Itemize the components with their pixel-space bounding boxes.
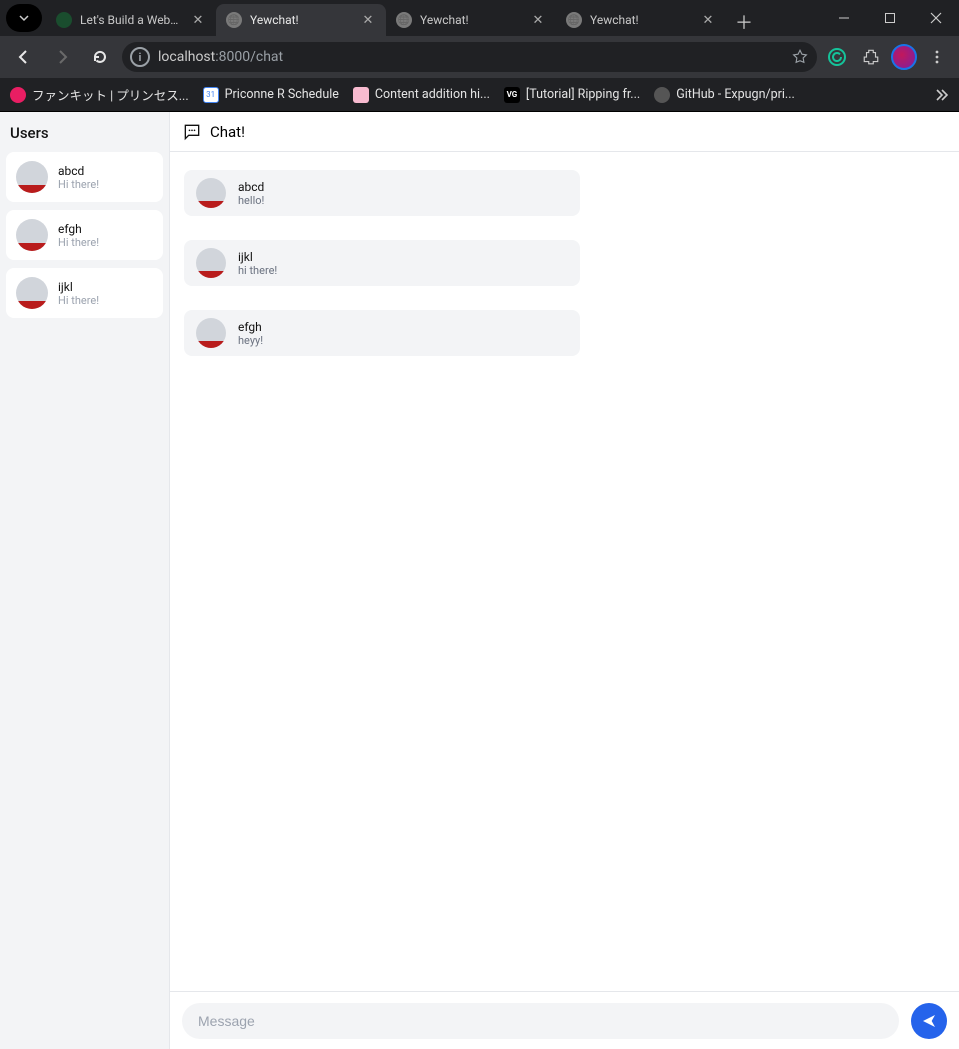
new-tab-button[interactable]: ＋	[730, 8, 758, 36]
grammarly-extension-icon[interactable]	[823, 43, 851, 71]
message-avatar	[196, 318, 226, 348]
tabs-row: Let's Build a WebSo ✕ Yewchat! ✕ Yewchat…	[46, 0, 821, 36]
messages-list[interactable]: abcd hello! ijkl hi there! efgh heyy!	[170, 152, 959, 991]
users-sidebar: Users abcd Hi there! efgh Hi there! ij	[0, 112, 170, 1049]
browser-tab[interactable]: Yewchat! ✕	[216, 4, 386, 36]
close-tab-icon[interactable]: ✕	[530, 12, 546, 28]
tab-search-button[interactable]	[6, 4, 42, 32]
user-avatar	[16, 161, 48, 193]
bookmark-item[interactable]: VG [Tutorial] Ripping fr...	[504, 87, 640, 103]
tab-title: Yewchat!	[590, 13, 692, 27]
user-card[interactable]: abcd Hi there!	[6, 152, 163, 202]
user-list: abcd Hi there! efgh Hi there! ijkl Hi th…	[0, 152, 169, 318]
site-info-icon[interactable]: i	[130, 47, 150, 67]
message-input[interactable]	[182, 1003, 899, 1039]
address-host: localhost	[158, 49, 215, 65]
back-button[interactable]	[8, 41, 40, 73]
bookmarks-overflow-icon[interactable]	[933, 87, 949, 103]
user-avatar	[16, 277, 48, 309]
message-bubble: ijkl hi there!	[184, 240, 580, 286]
bookmark-icon	[654, 87, 670, 103]
favicon-icon	[56, 12, 72, 28]
close-tab-icon[interactable]: ✕	[190, 12, 206, 28]
bookmark-icon: VG	[504, 87, 520, 103]
extensions-icon[interactable]	[857, 43, 885, 71]
message-avatar	[196, 178, 226, 208]
message-composer	[170, 991, 959, 1049]
user-card[interactable]: ijkl Hi there!	[6, 268, 163, 318]
user-avatar	[16, 219, 48, 251]
bookmark-icon: 31	[203, 87, 219, 103]
user-card[interactable]: efgh Hi there!	[6, 210, 163, 260]
chat-main: Chat! abcd hello! ijkl hi there!	[170, 112, 959, 1049]
bookmarks-bar: ファンキット | プリンセス... 31 Priconne R Schedule…	[0, 78, 959, 112]
minimize-button[interactable]	[821, 0, 867, 36]
browser-tab[interactable]: Yewchat! ✕	[556, 4, 726, 36]
page-content: Users abcd Hi there! efgh Hi there! ij	[0, 112, 959, 1049]
bookmark-item[interactable]: 31 Priconne R Schedule	[203, 87, 339, 103]
bookmark-label: Content addition hi...	[375, 87, 490, 102]
browser-menu-icon[interactable]	[923, 43, 951, 71]
favicon-icon	[226, 12, 242, 28]
user-name: ijkl	[58, 280, 99, 294]
browser-toolbar: i localhost:8000/chat	[0, 36, 959, 78]
message-sender: efgh	[238, 320, 263, 334]
browser-tab[interactable]: Let's Build a WebSo ✕	[46, 4, 216, 36]
chat-header: Chat!	[170, 112, 959, 152]
favicon-icon	[566, 12, 582, 28]
favicon-icon	[396, 12, 412, 28]
close-window-button[interactable]	[913, 0, 959, 36]
close-tab-icon[interactable]: ✕	[360, 12, 376, 28]
tab-title: Let's Build a WebSo	[80, 13, 182, 27]
browser-tab[interactable]: Yewchat! ✕	[386, 4, 556, 36]
bookmark-label: [Tutorial] Ripping fr...	[526, 87, 640, 102]
address-bar[interactable]: i localhost:8000/chat	[122, 42, 817, 72]
bookmark-icon	[353, 87, 369, 103]
bookmark-star-icon[interactable]	[791, 48, 809, 66]
user-name: abcd	[58, 164, 99, 178]
user-name: efgh	[58, 222, 99, 236]
tab-title: Yewchat!	[250, 13, 352, 27]
reload-button[interactable]	[84, 41, 116, 73]
user-status: Hi there!	[58, 236, 99, 249]
send-button[interactable]	[911, 1003, 947, 1039]
message-text: hi there!	[238, 264, 277, 277]
bookmark-label: GitHub - Expugn/pri...	[676, 87, 795, 102]
bookmark-item[interactable]: Content addition hi...	[353, 87, 490, 103]
bookmark-item[interactable]: GitHub - Expugn/pri...	[654, 87, 795, 103]
sidebar-title: Users	[0, 112, 169, 152]
message-avatar	[196, 248, 226, 278]
maximize-button[interactable]	[867, 0, 913, 36]
bookmark-icon	[10, 87, 26, 103]
address-path: :8000/chat	[215, 49, 283, 65]
profile-avatar[interactable]	[891, 44, 917, 70]
user-status: Hi there!	[58, 178, 99, 191]
bookmark-item[interactable]: ファンキット | プリンセス...	[10, 85, 189, 104]
browser-titlebar: Let's Build a WebSo ✕ Yewchat! ✕ Yewchat…	[0, 0, 959, 36]
chat-title: Chat!	[210, 123, 245, 141]
bookmark-label: ファンキット | プリンセス...	[32, 85, 189, 104]
message-text: hello!	[238, 194, 264, 207]
message-bubble: abcd hello!	[184, 170, 580, 216]
bookmark-label: Priconne R Schedule	[225, 87, 339, 102]
message-text: heyy!	[238, 334, 263, 347]
address-text: localhost:8000/chat	[158, 49, 283, 65]
message-sender: abcd	[238, 180, 264, 194]
chat-icon	[182, 122, 202, 142]
window-controls	[821, 0, 959, 36]
message-bubble: efgh heyy!	[184, 310, 580, 356]
tab-title: Yewchat!	[420, 13, 522, 27]
message-sender: ijkl	[238, 250, 277, 264]
user-status: Hi there!	[58, 294, 99, 307]
close-tab-icon[interactable]: ✕	[700, 12, 716, 28]
forward-button[interactable]	[46, 41, 78, 73]
